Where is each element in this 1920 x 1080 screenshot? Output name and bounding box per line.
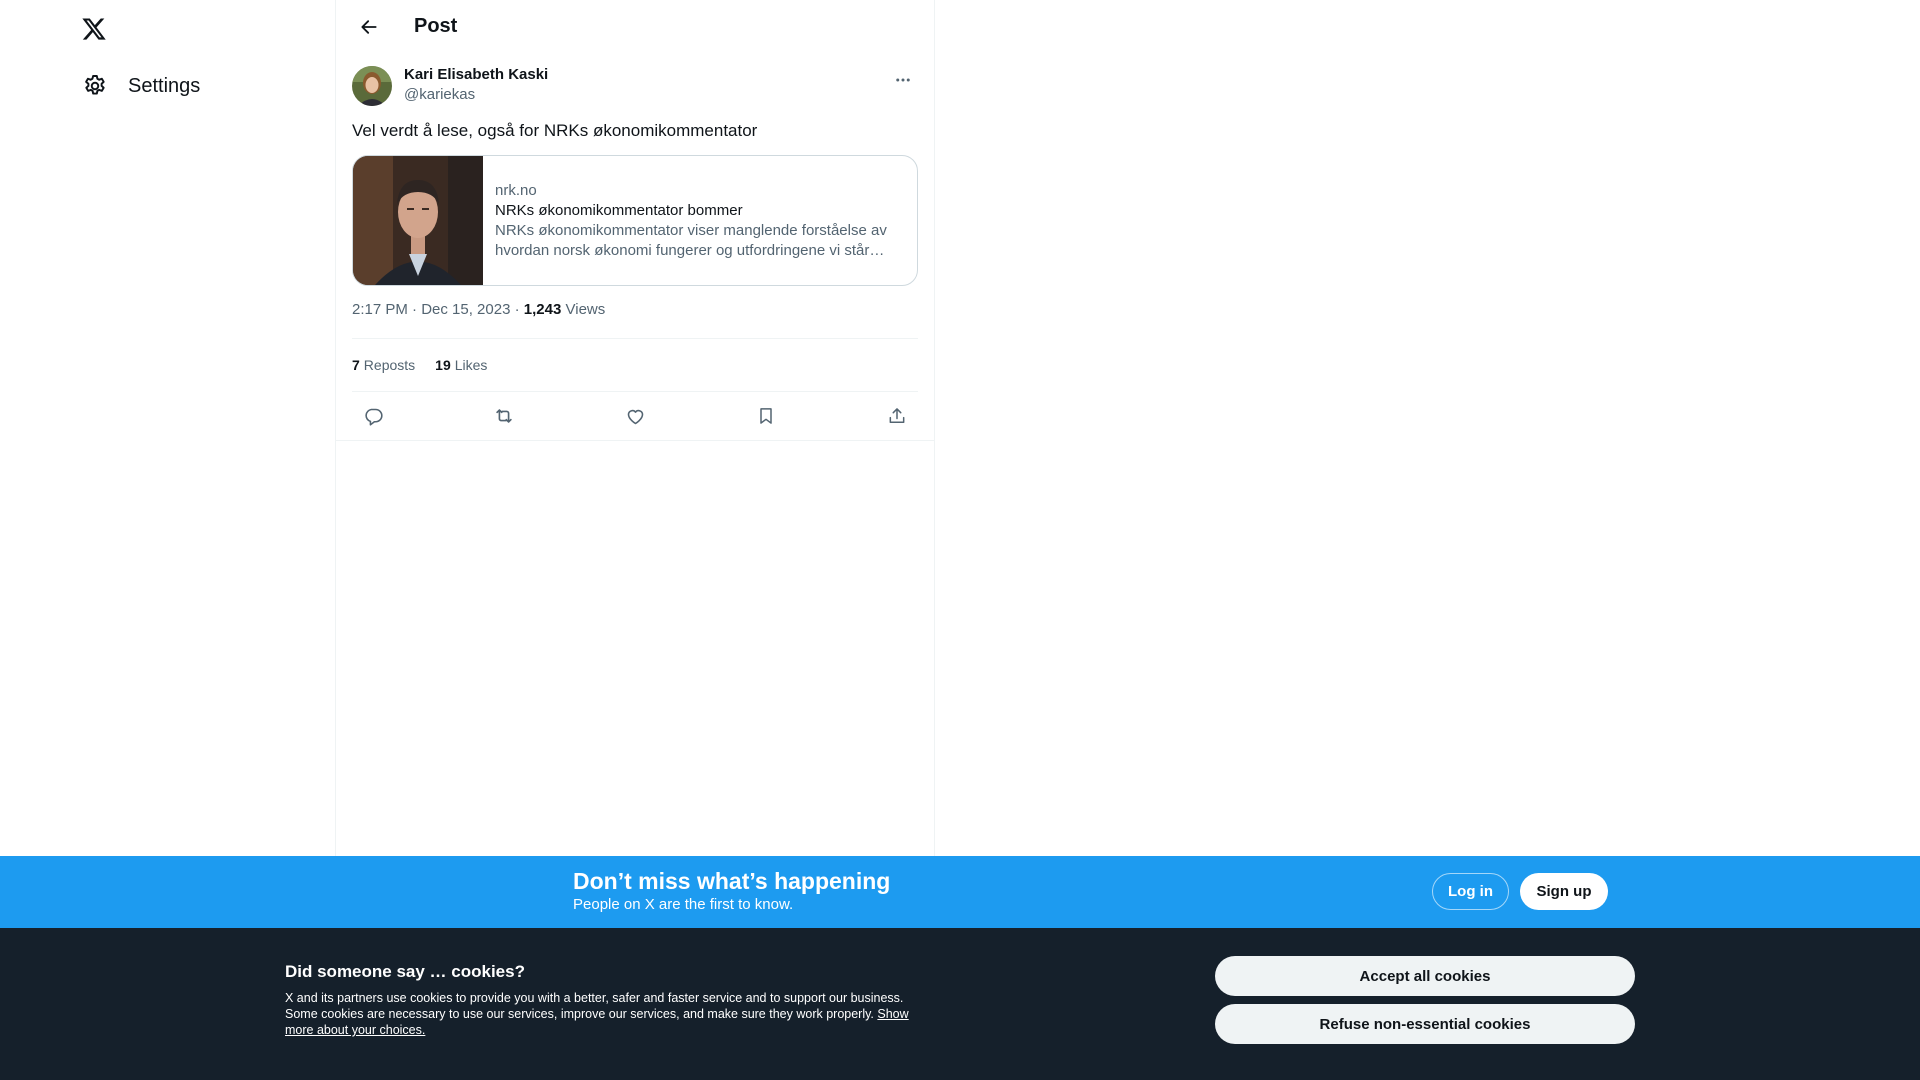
link-card-domain: nrk.no [495,181,537,199]
gear-icon [82,73,108,99]
back-arrow-icon[interactable] [352,10,386,44]
banner-title: Don’t miss what’s happening [573,868,891,894]
reposts-count: 7 [352,357,360,373]
avatar[interactable] [352,66,392,106]
bookmark-icon[interactable] [749,399,783,433]
reposts-label: Reposts [363,357,416,373]
repost-icon[interactable] [487,399,521,433]
author-info: Kari Elisabeth Kaski @kariekas [404,65,548,104]
likes-stat[interactable]: 19 Likes [435,357,487,373]
post-text: Vel verdt å lese, også for NRKs økonomik… [352,121,758,140]
cookie-description: X and its partners use cookies to provid… [285,991,904,1021]
signup-button[interactable]: Sign up [1520,873,1608,910]
link-card-description: NRKs økonomikommentator viser manglende … [495,221,887,259]
banner-subtitle: People on X are the first to know. [573,896,794,913]
meta-separator: · [510,301,524,318]
share-icon[interactable] [880,399,914,433]
post-timestamp[interactable]: 2:17 PM · Dec 15, 2023 [352,301,510,318]
post: Kari Elisabeth Kaski @kariekas Vel verdt… [336,53,934,441]
signup-banner: Don’t miss what’s happening People on X … [0,856,1920,928]
nav-settings-label: Settings [128,74,201,97]
like-heart-icon[interactable] [618,399,652,433]
post-header: Post [336,0,934,53]
likes-label: Likes [454,357,488,373]
reply-icon[interactable] [356,399,390,433]
cookie-consent-bar: Did someone say … cookies? X and its par… [0,928,1920,1080]
post-divider [336,440,934,441]
cookie-text: X and its partners use cookies to provid… [285,990,910,1038]
link-card[interactable]: nrk.no NRKs økonomikommentator bommer NR… [352,155,918,286]
author-handle[interactable]: @kariekas [404,85,548,104]
banner-text: Don’t miss what’s happening People on X … [573,867,890,915]
link-card-body: nrk.no NRKs økonomikommentator bommer NR… [483,156,917,285]
views-count: 1,243 [523,301,562,318]
more-options-icon[interactable] [888,65,918,95]
post-author-row: Kari Elisabeth Kaski @kariekas [352,65,918,117]
author-name[interactable]: Kari Elisabeth Kaski [404,65,548,85]
link-card-title: NRKs økonomikommentator bommer [495,201,743,219]
refuse-cookies-button[interactable]: Refuse non-essential cookies [1215,1004,1635,1044]
link-card-image [353,156,483,285]
x-logo-icon[interactable] [77,12,111,46]
post-meta: 2:17 PM · Dec 15, 2023 · 1,243 Views [352,299,918,339]
reposts-stat[interactable]: 7 Reposts [352,357,415,373]
nav-settings-link[interactable]: Settings [70,66,212,106]
likes-count: 19 [435,357,451,373]
post-actions [352,392,918,440]
accept-cookies-button[interactable]: Accept all cookies [1215,956,1635,996]
page-title: Post [414,15,458,37]
login-button[interactable]: Log in [1432,873,1509,910]
views-label: Views [565,301,606,318]
cookie-title: Did someone say … cookies? [285,962,525,981]
post-stats: 7 Reposts 19 Likes [352,339,918,392]
